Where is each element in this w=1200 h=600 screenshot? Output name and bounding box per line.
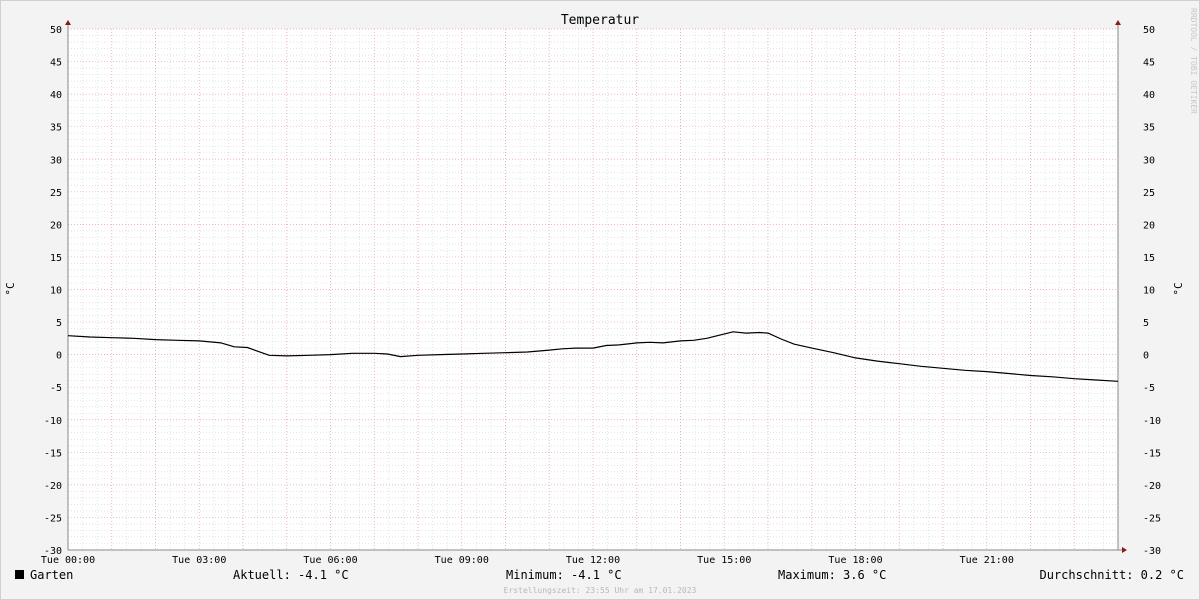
x-tick-label: Tue 21:00 [960,555,1014,566]
y-tick-label-left: 45 [50,58,62,69]
x-tick-labels: Tue 00:00 Tue 03:00 Tue 06:00 Tue 09:00 Tue … [41,555,1014,566]
x-tick-label: Tue 12:00 [566,555,620,566]
y-tick-label-left: 50 [50,25,62,36]
stat-current: Aktuell: -4.1 °C [233,568,349,582]
y-tick-label-left: 20 [50,220,62,231]
y-tick-label-right: 45 [1143,58,1155,69]
x-axis-arrow [1122,547,1127,553]
y-tick-label-left: -10 [44,416,62,427]
y-tick-labels-left: 50454035302520151050-5-10-15-20-25-30 [44,25,62,557]
y-tick-label-right: 5 [1143,318,1149,329]
y-tick-label-left: 35 [50,123,62,134]
y-tick-label-right: -10 [1143,416,1161,427]
y-tick-label-right: -15 [1143,448,1161,459]
x-tick-label: Tue 09:00 [435,555,489,566]
y-tick-label-left: 25 [50,188,62,199]
temperature-chart: 50454035302520151050-5-10-15-20-25-30 50… [4,8,1198,595]
stat-minimum: Minimum: -4.1 °C [506,568,622,582]
rrdtool-watermark: RRDTOOL / TOBI OETIKER [1189,8,1198,114]
y-tick-label-left: 15 [50,253,62,264]
y-tick-labels-right: 50454035302520151050-5-10-15-20-25-30 [1143,25,1161,557]
stat-maximum: Maximum: 3.6 °C [778,568,886,582]
y-tick-label-right: 20 [1143,220,1155,231]
x-tick-label: Tue 00:00 [41,555,95,566]
y-axis-arrow-left [65,20,71,25]
y-tick-label-left: 10 [50,286,62,297]
y-tick-label-right: -25 [1143,513,1161,524]
y-axis-arrow-right [1115,20,1121,25]
y-tick-label-right: 50 [1143,25,1155,36]
y-tick-label-left: -25 [44,513,62,524]
y-axis-label-right: °C [1172,282,1185,295]
y-tick-label-right: 10 [1143,286,1155,297]
legend-swatch-garten [15,570,24,579]
y-tick-label-left: 30 [50,155,62,166]
x-tick-label: Tue 15:00 [697,555,751,566]
y-tick-label-right: 35 [1143,123,1155,134]
y-tick-label-right: -5 [1143,383,1155,394]
y-tick-label-left: -5 [50,383,62,394]
x-tick-label: Tue 18:00 [828,555,882,566]
creation-time: Erstellungszeit: 23:55 Uhr am 17.01.2023 [504,586,697,595]
y-tick-label-right: 40 [1143,90,1155,101]
y-tick-label-right: -30 [1143,546,1161,557]
x-tick-label: Tue 06:00 [303,555,357,566]
y-tick-label-left: 5 [56,318,62,329]
chart-title: Temperatur [561,13,639,28]
y-tick-label-left: 40 [50,90,62,101]
y-axis-label-left: °C [4,282,17,295]
y-tick-label-right: -20 [1143,481,1161,492]
x-tick-label: Tue 03:00 [172,555,226,566]
stat-average: Durchschnitt: 0.2 °C [1040,568,1185,582]
y-tick-label-right: 25 [1143,188,1155,199]
y-tick-label-right: 15 [1143,253,1155,264]
y-tick-label-left: -20 [44,481,62,492]
y-tick-label-right: 30 [1143,155,1155,166]
legend-label-garten: Garten [30,568,73,582]
y-tick-label-left: 0 [56,351,62,362]
y-tick-label-right: 0 [1143,351,1149,362]
y-tick-label-left: -15 [44,448,62,459]
graph-frame: 50 45 40 35 30 25 20 15 10 5 0 -5 -10 -15 -20 -25 -30 50… [0,0,1200,600]
